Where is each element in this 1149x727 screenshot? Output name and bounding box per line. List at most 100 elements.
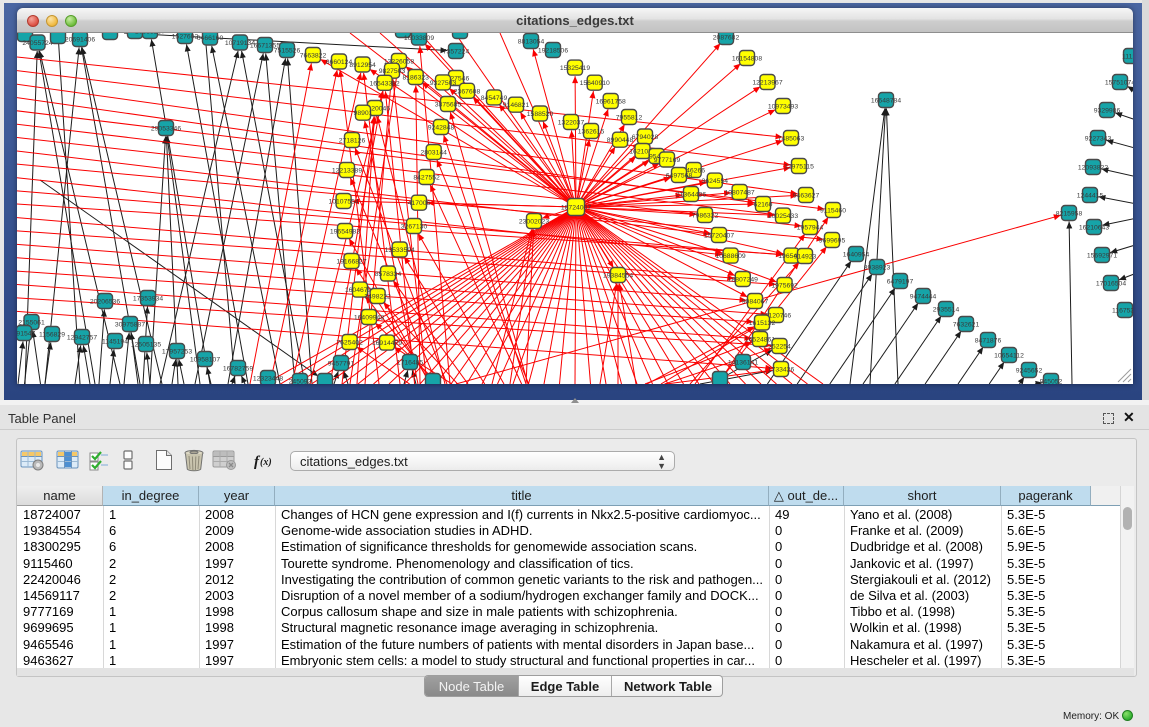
svg-text:12975115: 12975115 [784,164,814,171]
svg-text:6479197: 6479197 [887,279,914,286]
svg-text:1975692: 1975692 [771,283,798,290]
svg-text:17353934: 17353934 [133,296,163,303]
svg-text:2803144: 2803144 [420,150,447,157]
svg-text:8938923: 8938923 [864,265,891,272]
svg-text:16524861: 16524861 [745,337,775,344]
svg-text:15692971: 15692971 [1087,253,1117,260]
svg-text:8471876: 8471876 [975,338,1002,345]
svg-text:12213389: 12213389 [332,168,362,175]
svg-text:391547: 391547 [17,331,36,338]
svg-text:245092: 245092 [289,379,312,385]
svg-text:8912954: 8912954 [349,62,376,69]
svg-text:14136141: 14136141 [728,360,758,367]
svg-text:6497568: 6497568 [666,173,693,180]
svg-text:16961758: 16961758 [596,99,626,106]
svg-text:7955812: 7955812 [616,115,643,122]
svg-text:20691406: 20691406 [65,37,95,44]
svg-text:62160: 62160 [754,202,773,209]
svg-text:15751074: 15751074 [1105,80,1133,87]
svg-text:9146821: 9146821 [503,102,530,109]
svg-text:8186323: 8186323 [402,75,429,82]
svg-text:(x): (x) [260,457,272,468]
svg-text:10958107: 10958107 [190,357,220,364]
svg-text:16782759: 16782759 [223,366,253,373]
svg-text:6794028: 6794028 [632,134,659,141]
svg-text:7663822: 7663822 [300,53,327,60]
svg-text:1156829: 1156829 [39,332,65,339]
svg-text:2087682: 2087682 [713,35,740,42]
svg-text:9327503: 9327503 [430,80,457,87]
svg-text:19166827: 19166827 [336,259,366,266]
svg-text:8578334: 8578334 [375,271,402,278]
svg-text:16409948: 16409948 [354,315,384,322]
svg-text:9227343: 9227343 [1085,136,1112,143]
svg-text:7357224: 7357224 [443,49,470,56]
svg-text:9457791: 9457791 [328,361,355,368]
svg-text:21364436: 21364436 [676,192,706,199]
svg-text:16210643: 16210643 [1079,225,1109,232]
svg-text:8215958: 8215958 [1056,211,1083,218]
svg-text:7986322: 7986322 [692,213,719,220]
svg-text:7485063: 7485063 [778,136,805,143]
svg-text:29053346: 29053346 [151,126,181,133]
svg-text:18807249: 18807249 [728,277,758,284]
svg-text:20206536: 20206536 [90,299,120,306]
svg-text:1588520: 1588520 [527,111,554,118]
svg-text:252254: 252254 [768,344,791,351]
svg-text:945052: 945052 [1040,379,1063,385]
svg-text:6466160: 6466160 [197,35,224,42]
svg-text:1615132: 1615132 [749,320,776,327]
svg-text:2367608: 2367608 [454,88,481,95]
svg-text:23002023: 23002023 [519,219,549,226]
svg-text:13533594: 13533594 [385,247,415,254]
svg-text:10653267: 10653267 [135,33,165,36]
svg-text:2935514: 2935514 [933,307,960,314]
svg-text:7515526: 7515526 [274,48,301,55]
svg-text:3498222: 3498222 [364,294,391,301]
svg-text:10107554: 10107554 [328,199,358,206]
svg-text:3267130: 3267130 [401,224,428,231]
svg-text:9115460: 9115460 [820,208,846,215]
svg-text:8813054: 8813054 [518,39,545,46]
svg-text:19218506: 19218506 [538,48,568,55]
svg-text:19384554: 19384554 [603,273,633,280]
svg-text:1322037: 1322037 [558,120,585,127]
svg-text:16914479: 16914479 [372,340,402,347]
svg-text:1145194: 1145194 [102,339,128,346]
svg-text:16543382: 16543382 [369,80,399,87]
svg-text:17016504: 17016504 [1096,281,1126,288]
svg-text:10807487: 10807487 [724,190,754,197]
svg-text:15640910: 15640910 [580,80,610,87]
svg-text:10654112: 10654112 [994,353,1024,360]
svg-text:30975887: 30975887 [115,322,145,329]
svg-text:9463627: 9463627 [793,193,820,200]
svg-text:9245652: 9245652 [1016,368,1043,375]
svg-text:8454749: 8454749 [481,95,508,102]
svg-text:16648784: 16648784 [871,98,901,105]
svg-text:16154808: 16154808 [732,56,762,63]
svg-text:9329986: 9329986 [1094,108,1121,115]
svg-text:19654983: 19654983 [330,229,360,236]
svg-text:914923: 914923 [794,254,817,261]
svg-text:10025433: 10025433 [768,213,798,220]
svg-text:3624554: 3624554 [702,178,729,185]
svg-text:10688609: 10688609 [715,253,745,260]
svg-text:417006: 417006 [408,200,431,207]
svg-text:1640954: 1640954 [843,252,870,259]
svg-text:9777169: 9777169 [654,157,681,164]
svg-text:7625402: 7625402 [336,340,363,347]
svg-text:8990448: 8990448 [607,137,634,144]
svg-text:16033809: 16033809 [404,35,434,42]
svg-text:15325419: 15325419 [560,65,590,72]
svg-text:9084067: 9084067 [742,299,769,306]
svg-text:1957944: 1957944 [797,225,824,232]
svg-text:1167534: 1167534 [1112,308,1133,315]
svg-text:24055724: 24055724 [22,40,52,47]
svg-text:2718126: 2718126 [339,138,366,145]
svg-text:15720407: 15720407 [704,233,734,240]
svg-text:3875685: 3875685 [435,102,462,109]
svg-text:9827503: 9827503 [379,68,406,75]
svg-text:98901: 98901 [354,110,373,117]
svg-text:12505135: 12505135 [131,342,161,349]
svg-text:12942757: 12942757 [67,335,97,342]
